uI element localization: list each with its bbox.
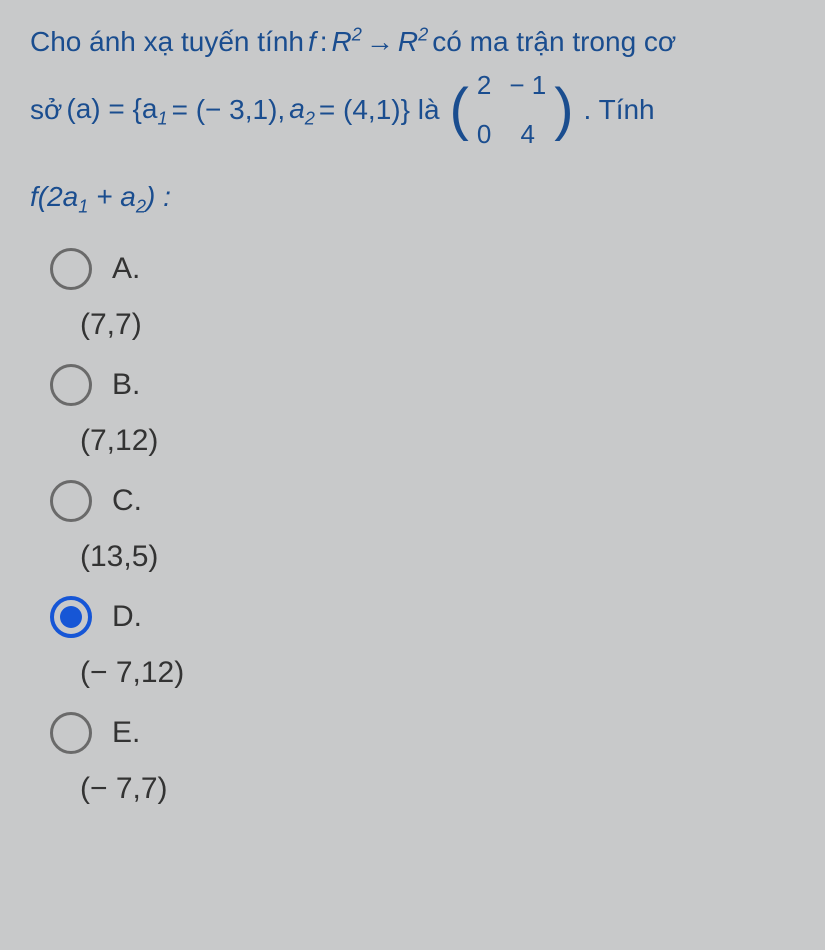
radio-button[interactable] (50, 712, 92, 754)
text-part: sở (30, 88, 62, 133)
option-letter: B. (112, 368, 140, 402)
question-prompt: Cho ánh xạ tuyến tính f : R2 → R2 có ma … (30, 20, 795, 156)
codomain-space: R2 (398, 20, 428, 65)
a2-symbol: a2 (289, 87, 315, 134)
option-A[interactable]: A. (50, 248, 795, 290)
option-letter: C. (112, 484, 142, 518)
option-letter: E. (112, 716, 140, 750)
text-part: . Tính (584, 88, 655, 133)
option-value: (− 7,12) (80, 656, 795, 690)
option-letter: D. (112, 600, 142, 634)
option-C[interactable]: C. (50, 480, 795, 522)
radio-button[interactable] (50, 480, 92, 522)
compute-expression: f(2a1 + a2) : (30, 181, 795, 218)
options-list: A. (7,7) B. (7,12) C. (13,5) D. (− 7,12) E. (− 7,… (30, 248, 795, 806)
colon: : (320, 20, 328, 65)
option-value: (− 7,7) (80, 772, 795, 806)
option-B[interactable]: B. (50, 364, 795, 406)
f-symbol: f (308, 20, 316, 65)
arrow: → (366, 20, 394, 65)
domain-space: R2 (332, 20, 362, 65)
text-part: = (− 3,1), (172, 88, 286, 133)
matrix: ( 2 − 1 0 4 ) (450, 65, 574, 156)
text-part: Cho ánh xạ tuyến tính (30, 20, 304, 65)
radio-button[interactable] (50, 248, 92, 290)
text-part: = (4,1)} là (319, 88, 440, 133)
text-part: có ma trận trong cơ (432, 20, 676, 65)
option-letter: A. (112, 252, 140, 286)
option-value: (7,12) (80, 424, 795, 458)
option-value: (7,7) (80, 308, 795, 342)
option-E[interactable]: E. (50, 712, 795, 754)
radio-button[interactable] (50, 364, 92, 406)
option-D[interactable]: D. (50, 596, 795, 638)
option-value: (13,5) (80, 540, 795, 574)
radio-button[interactable] (50, 596, 92, 638)
basis-def: (a) = {a1 (66, 87, 167, 134)
